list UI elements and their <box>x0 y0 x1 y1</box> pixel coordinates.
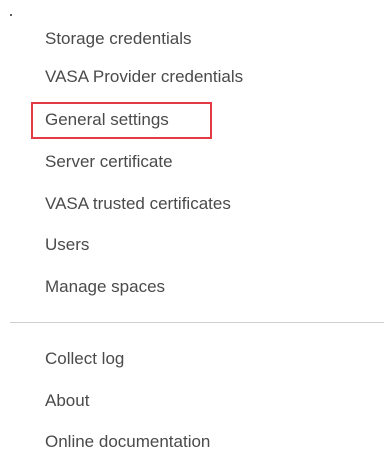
menu-item-general-settings[interactable]: General settings <box>45 106 169 134</box>
menu-divider <box>10 322 384 323</box>
menu-item-vasa-provider-credentials[interactable]: VASA Provider credentials <box>45 63 243 91</box>
menu-item-online-documentation[interactable]: Online documentation <box>45 428 210 456</box>
menu-item-storage-credentials[interactable]: Storage credentials <box>45 25 191 53</box>
menu-item-server-certificate[interactable]: Server certificate <box>45 148 173 176</box>
menu-item-collect-log[interactable]: Collect log <box>45 345 124 373</box>
menu-item-users[interactable]: Users <box>45 231 89 259</box>
menu-item-about[interactable]: About <box>45 387 89 415</box>
settings-menu: Storage credentials VASA Provider creden… <box>0 0 386 468</box>
menu-item-vasa-trusted-certificates[interactable]: VASA trusted certificates <box>45 190 231 218</box>
menu-item-manage-spaces[interactable]: Manage spaces <box>45 273 165 301</box>
